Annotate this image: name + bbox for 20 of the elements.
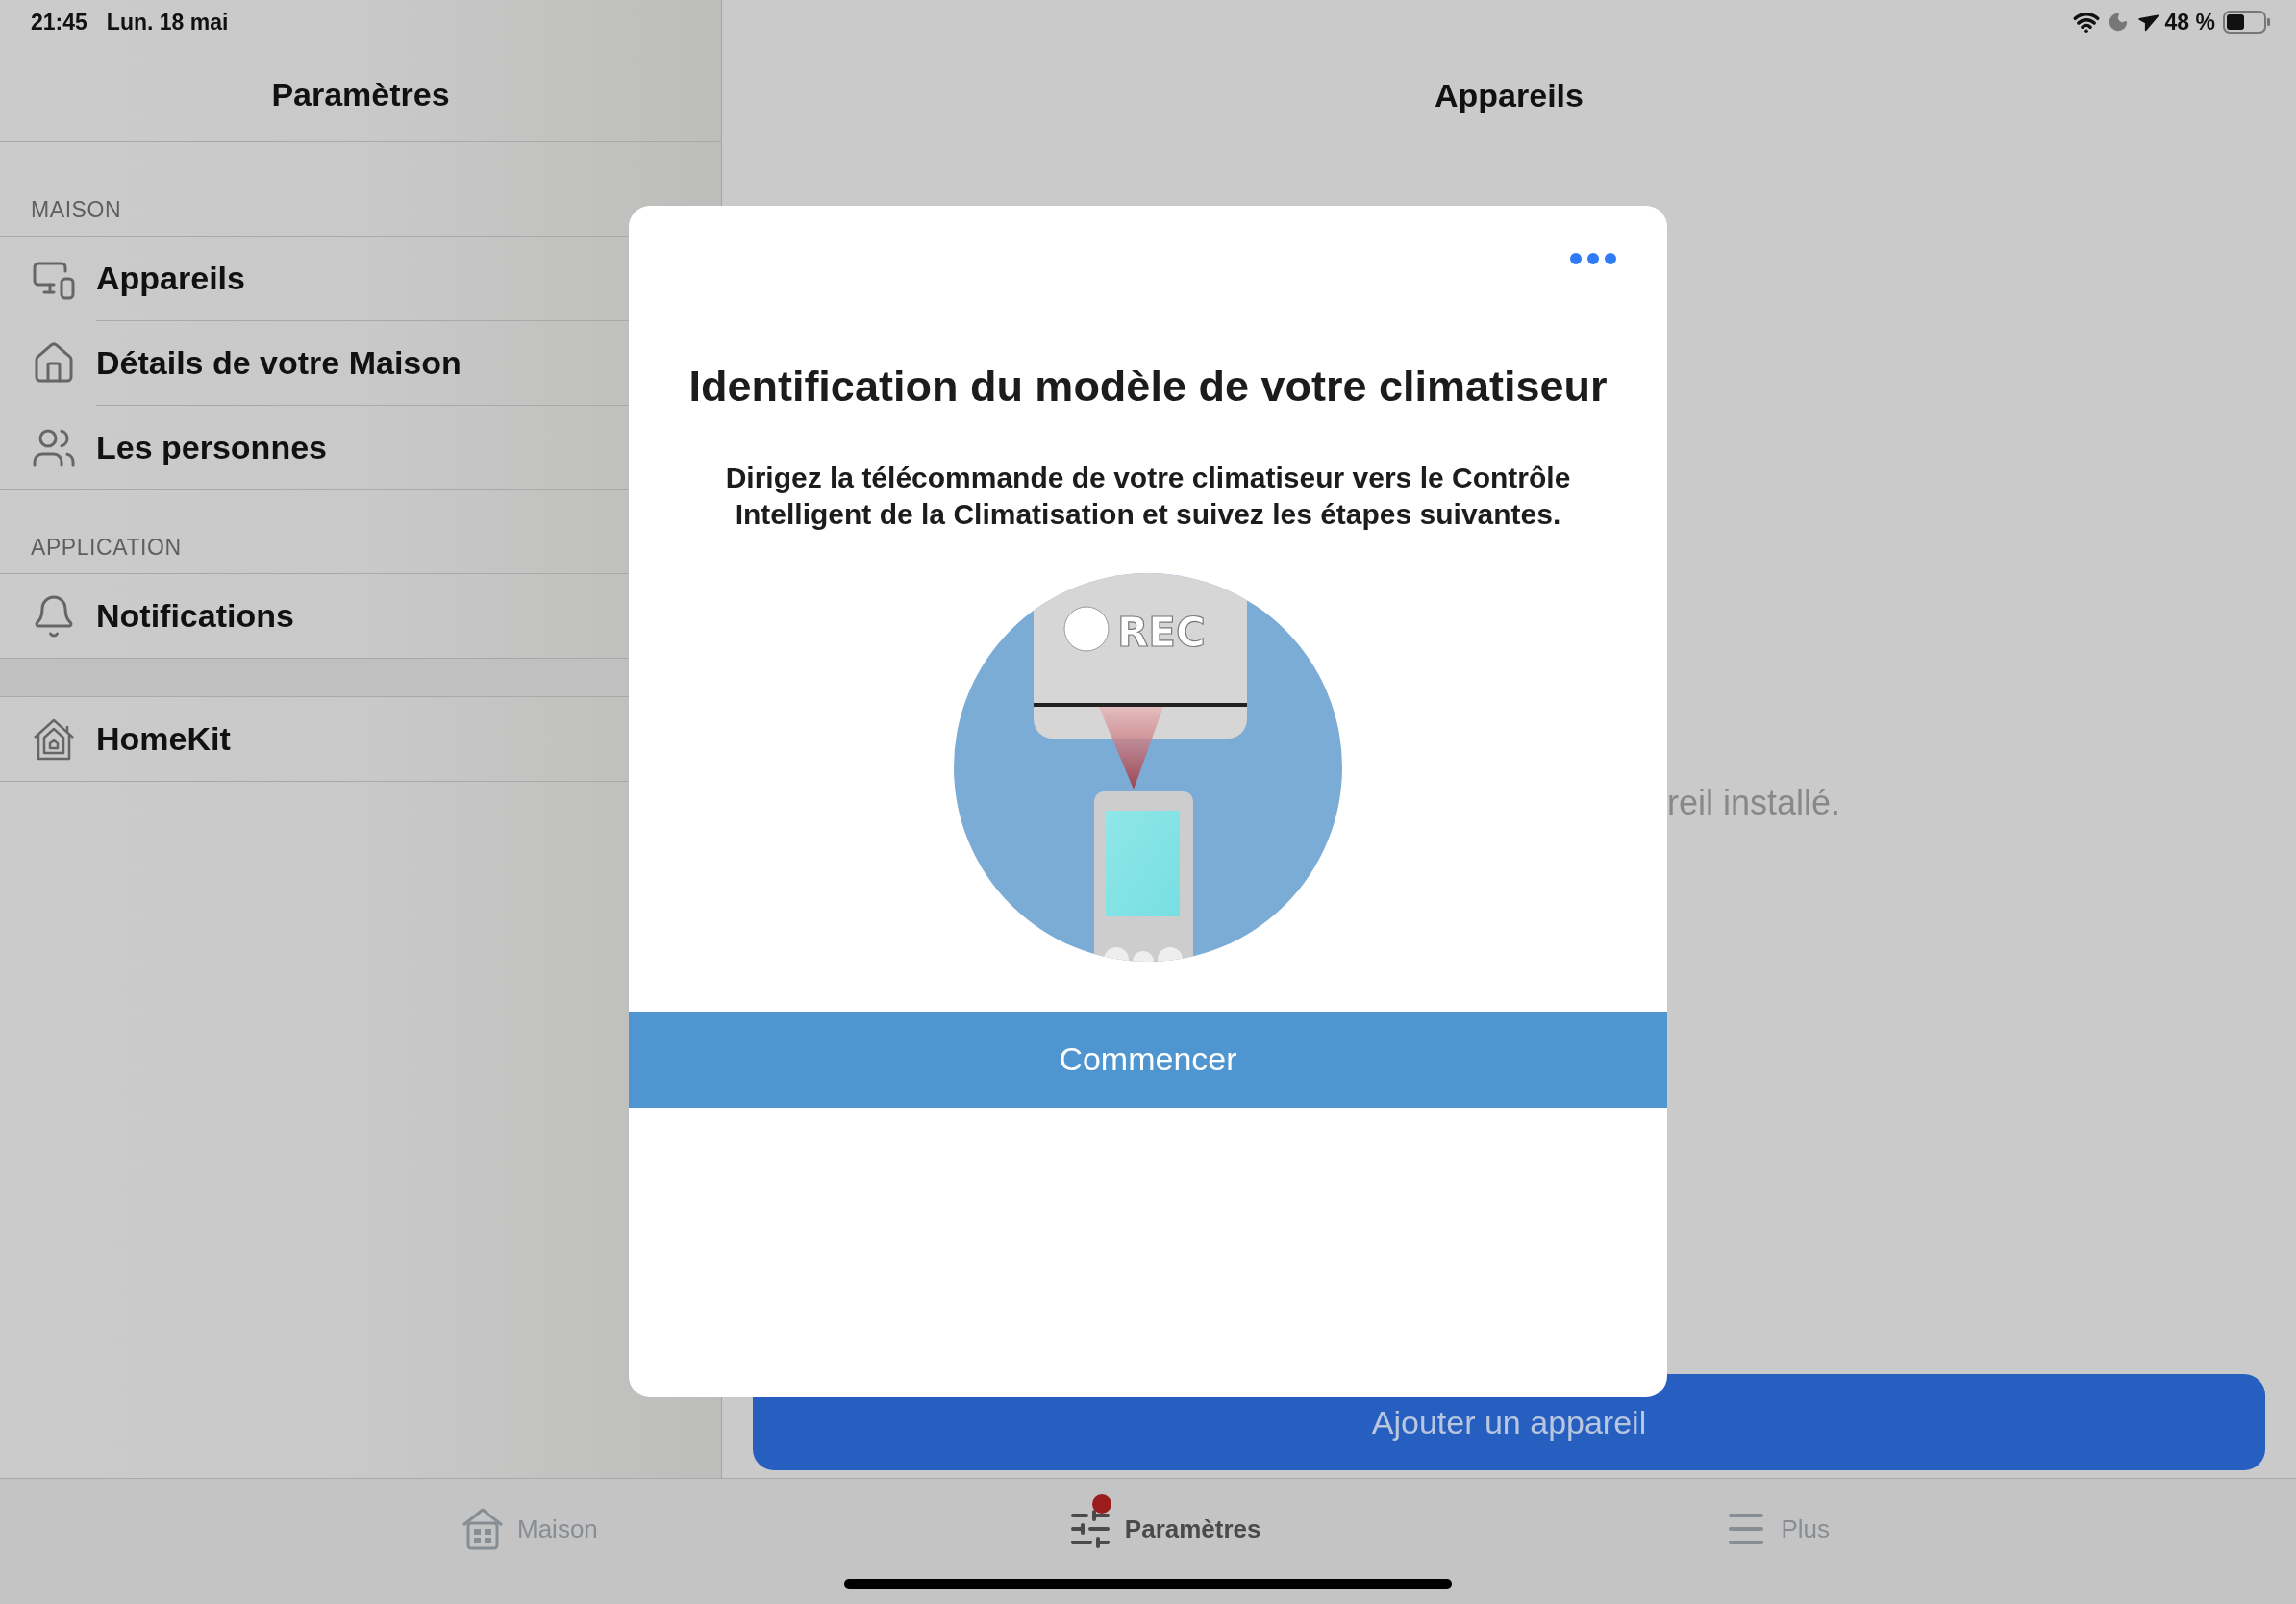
moon-icon — [2107, 12, 2129, 33]
row-label: Notifications — [96, 596, 294, 636]
dialog-message: Dirigez la télécommande de votre climatiseur vers le Contrôle Intelligent de la Climatisation et suivez les étapes suivantes. — [724, 460, 1572, 532]
row-label: Les personnes — [96, 428, 327, 467]
section-header: APPLICATION — [31, 533, 182, 562]
sidebar-title: Paramètres — [271, 75, 450, 114]
more-icon[interactable] — [1569, 252, 1617, 265]
notification-badge — [1091, 1494, 1111, 1514]
tab-bar-item[interactable]: Paramètres — [1066, 1494, 1261, 1552]
section-header: MAISON — [31, 195, 122, 224]
empty-message: reil installé. — [1667, 783, 1841, 822]
row-label: Appareils — [96, 259, 245, 298]
page-title: Appareils — [1435, 75, 1584, 115]
battery-percent: 48 % — [2164, 8, 2215, 37]
battery-icon — [2223, 11, 2271, 34]
status-time: 21:45 — [31, 8, 87, 37]
row-label: Détails de votre Maison — [96, 343, 462, 383]
row-label: HomeKit — [96, 719, 231, 759]
status-date: Lun. 18 mai — [106, 8, 229, 37]
rec-label: REC — [1117, 608, 1206, 656]
